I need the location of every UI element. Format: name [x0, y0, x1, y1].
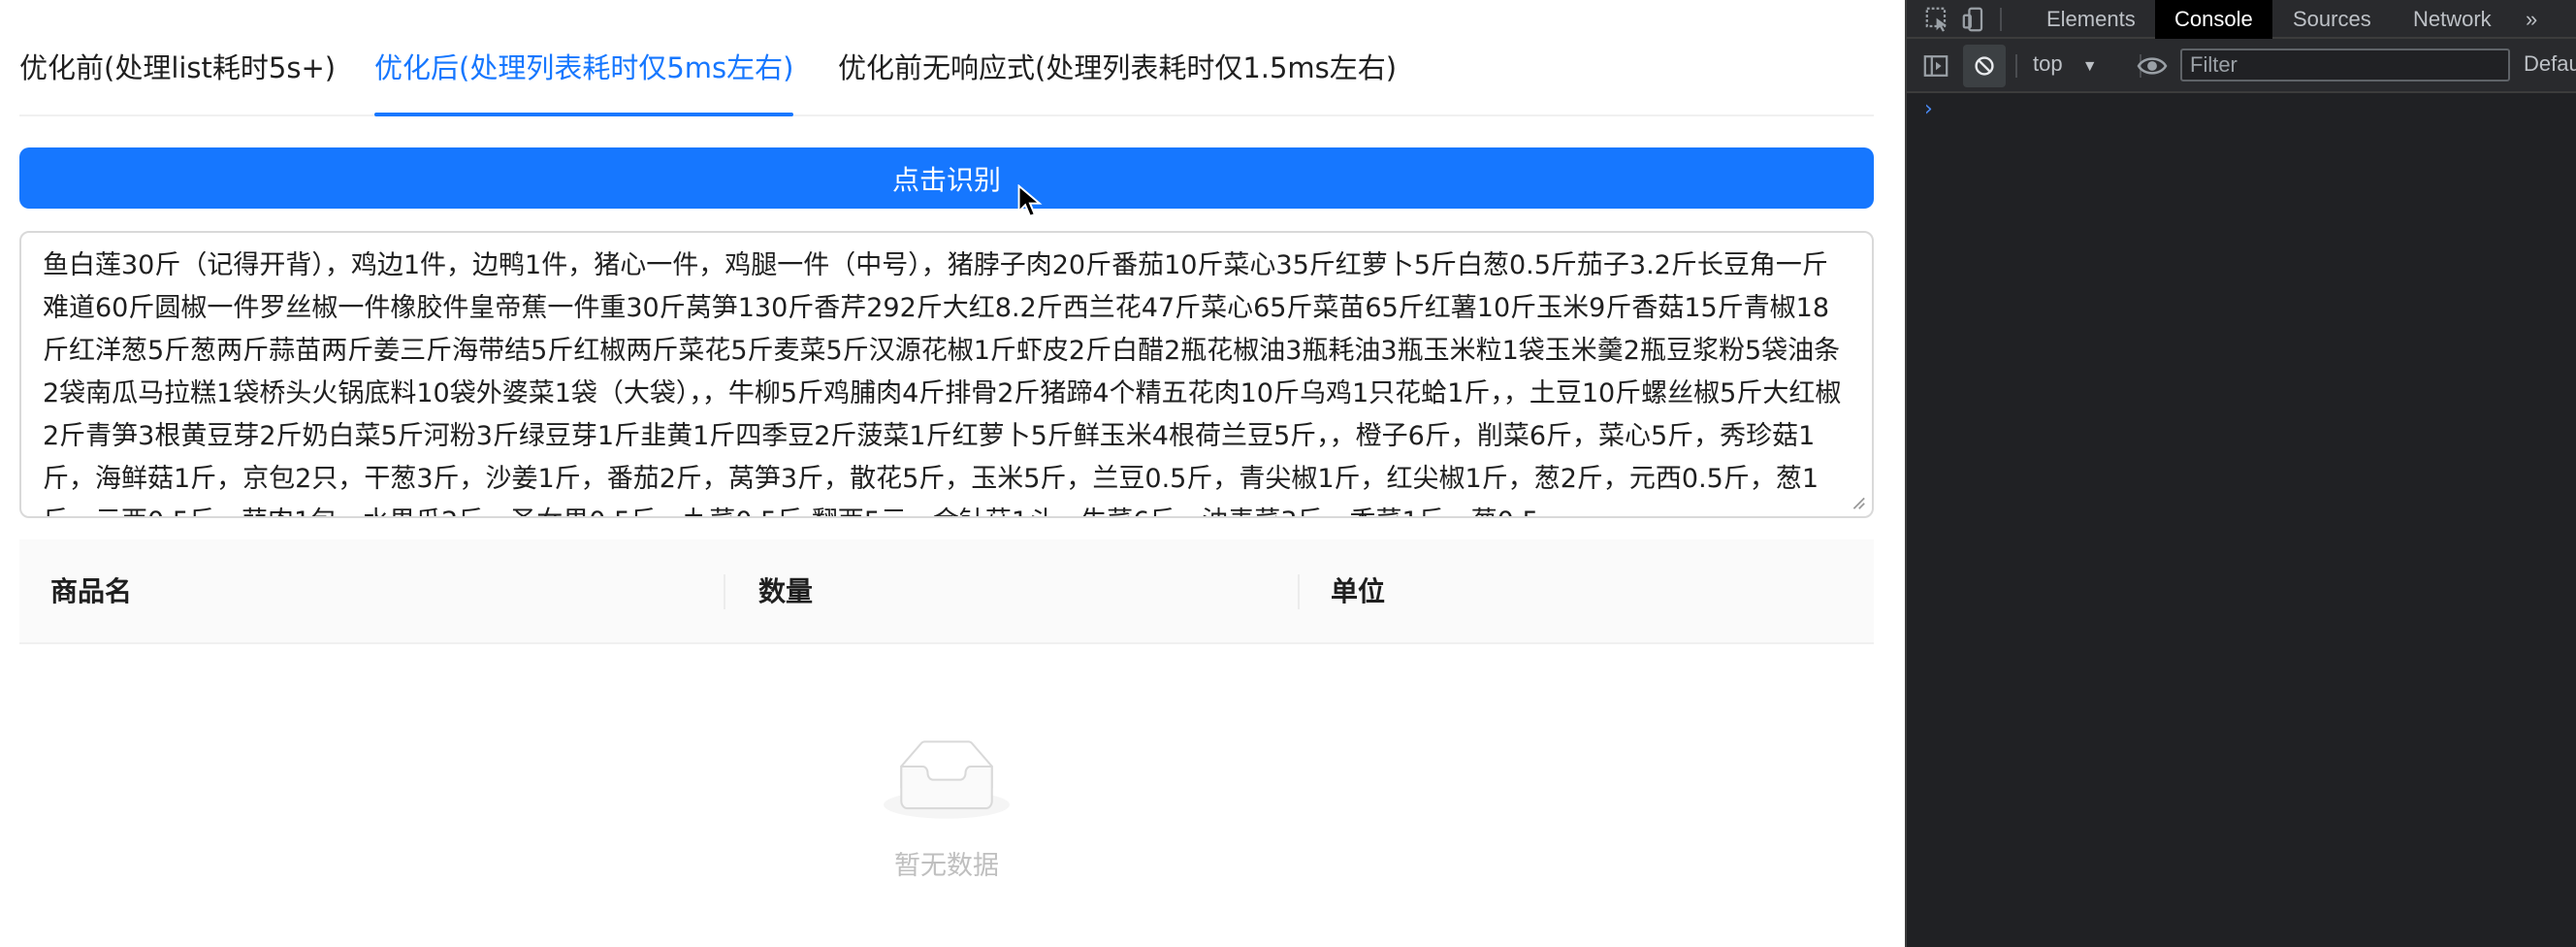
devtools-toolbar: Elements Console Sources Network » [1907, 0, 2576, 39]
column-header-quantity: 数量 [758, 575, 814, 607]
tab-bar: 优化前(处理list耗时5s+) 优化后(处理列表耗时仅5ms左右) 优化前无响… [19, 43, 1874, 116]
order-text-value: 鱼白莲30斤（记得开背），鸡边1件，边鸭1件，猪心一件，鸡腿一件（中号），猪脖子… [43, 250, 1842, 516]
order-text-input[interactable]: 鱼白莲30斤（记得开背），鸡边1件，边鸭1件，猪心一件，鸡腿一件（中号），猪脖子… [19, 231, 1874, 518]
more-tabs-icon[interactable]: » [2516, 0, 2547, 39]
app-pane: 优化前(处理list耗时5s+) 优化后(处理列表耗时仅5ms左右) 优化前无响… [0, 0, 1905, 947]
table-header: 商品名 数量 单位 [19, 539, 1874, 644]
console-filter-input[interactable]: Filter [2180, 49, 2510, 82]
empty-state-text: 暂无数据 [894, 851, 999, 881]
items-table: 商品名 数量 单位 暂无数据 [19, 539, 1874, 881]
context-selector[interactable]: top ▼ [2033, 51, 2098, 77]
recognize-button[interactable]: 点击识别 [19, 147, 1874, 209]
console-prompt[interactable]: › [1924, 97, 1933, 121]
log-levels-dropdown[interactable]: Default levels [2524, 51, 2576, 77]
console-toolbar: top ▼ Filter Default levels [1907, 39, 2576, 93]
tab-before-no-reactive[interactable]: 优化前无响应式(处理列表耗时仅1.5ms左右) [838, 49, 1397, 109]
devtools-tab-console[interactable]: Console [2155, 0, 2272, 39]
devtools-tab-network[interactable]: Network [2394, 0, 2511, 39]
column-divider [1298, 574, 1300, 609]
tab-before-optimization[interactable]: 优化前(处理list耗时5s+) [19, 49, 336, 109]
devtools-panel: Elements Console Sources Network » top ▼… [1905, 0, 2576, 947]
tab-after-optimization[interactable]: 优化后(处理列表耗时仅5ms左右) [374, 49, 794, 116]
inspect-element-icon[interactable] [1924, 6, 1951, 33]
empty-state: 暂无数据 [19, 734, 1874, 882]
live-expression-eye-icon[interactable] [2136, 52, 2169, 80]
toolbar-separator [2000, 8, 2002, 31]
devtools-tab-sources[interactable]: Sources [2273, 0, 2391, 39]
clear-console-icon [1975, 56, 1994, 76]
column-divider [724, 574, 725, 609]
clear-console-button[interactable] [1963, 45, 2006, 87]
chevron-down-icon: ▼ [2081, 58, 2098, 75]
column-header-name: 商品名 [50, 575, 133, 607]
device-toolbar-icon[interactable] [1961, 6, 1988, 33]
toolbar-separator [2015, 54, 2017, 78]
column-header-unit: 单位 [1331, 575, 1386, 607]
resize-handle-icon[interactable] [1849, 493, 1866, 510]
devtools-tab-elements[interactable]: Elements [2027, 0, 2155, 39]
context-selector-label: top [2033, 51, 2063, 76]
empty-inbox-icon [884, 740, 1010, 819]
mouse-cursor-icon [1017, 184, 1043, 217]
sidebar-toggle-icon[interactable] [1922, 52, 1949, 80]
